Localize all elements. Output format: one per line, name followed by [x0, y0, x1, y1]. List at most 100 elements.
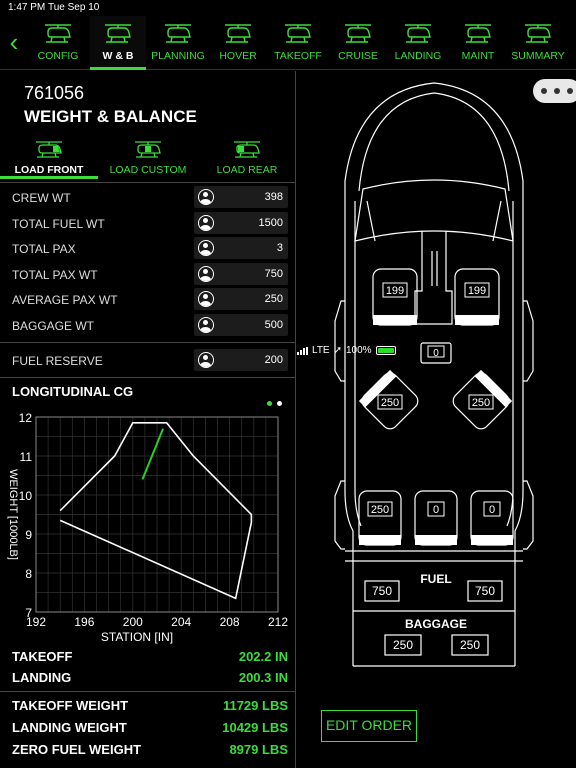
y-tick-label: 12 — [19, 411, 33, 425]
fuel-left-value[interactable]: 750 — [372, 584, 392, 598]
status-date: Tue Sep 10 — [48, 2, 100, 13]
takeoff-cg-value: 202.2 IN — [238, 649, 288, 664]
helicopter-hover-icon — [225, 24, 251, 43]
page-dot[interactable] — [277, 401, 282, 406]
tab-w-b[interactable]: W & B — [90, 16, 146, 70]
y-tick-label: 11 — [20, 450, 33, 464]
weight-value: 3 — [276, 242, 283, 254]
x-tick-label: 204 — [171, 615, 191, 629]
seat-mid-right-value[interactable]: 250 — [472, 397, 490, 409]
cabin-panel: 199 199 0 250 250 250 0 0 FUEL 750 750 B… — [297, 71, 576, 768]
divider — [0, 342, 296, 343]
seat-rear-center-value[interactable]: 0 — [433, 504, 439, 516]
x-tick-label: 212 — [268, 615, 288, 629]
fuselage-outline — [344, 82, 524, 331]
y-tick-label: 7 — [25, 606, 32, 620]
fuel-right-value[interactable]: 750 — [475, 584, 495, 598]
tab-load-custom-label: LOAD CUSTOM — [109, 164, 187, 176]
tab-load-rear[interactable]: LOAD REAR — [198, 135, 296, 179]
seat-pilot-left-value[interactable]: 199 — [386, 285, 404, 297]
edit-order-button[interactable]: EDIT ORDER — [321, 710, 417, 742]
baggage-label: BAGGAGE — [405, 617, 467, 631]
cg-envelope-chart: 192 196 200 204 208 212789101112STATION [IN]W… — [7, 411, 288, 644]
landing-weight-row: LANDING WEIGHT 10429 LBS — [12, 720, 288, 738]
fuselage-body — [344, 331, 524, 666]
weight-value: 500 — [264, 319, 283, 331]
x-tick-label: 208 — [220, 615, 240, 629]
tab-load-custom[interactable]: LOAD CUSTOM — [99, 135, 197, 179]
tab-summary[interactable]: SUMMARY — [510, 16, 566, 70]
helicopter-takeoff-icon — [285, 24, 311, 43]
weight-value: 250 — [264, 293, 283, 305]
takeoff-weight-row: TAKEOFF WEIGHT 11729 LBS — [12, 698, 288, 716]
landing-cg-value: 200.3 IN — [238, 670, 288, 685]
cabin-separator — [345, 550, 523, 562]
seat-rear-right — [470, 490, 514, 546]
helicopter-cruise-icon — [345, 24, 371, 43]
tab-landing[interactable]: LANDING — [390, 16, 446, 70]
person-icon — [198, 291, 214, 307]
seat-center-jump-value[interactable]: 0 — [433, 348, 439, 359]
baggage-weight-field[interactable]: 500 — [194, 314, 288, 336]
weight-label: BAGGAGE WT — [12, 319, 95, 333]
door-notch-left — [334, 300, 345, 382]
tab-planning[interactable]: PLANNING — [150, 16, 206, 70]
weight-balance-panel: 761056 WEIGHT & BALANCE LOAD FRONT LOAD … — [0, 71, 296, 768]
total-pax-field[interactable]: 3 — [194, 237, 288, 259]
seat-rear-right-value[interactable]: 0 — [489, 504, 495, 516]
weight-row-fuel: TOTAL FUEL WT 1500 — [0, 212, 296, 236]
baggage-left-value[interactable]: 250 — [393, 638, 413, 652]
tab-load-rear-label: LOAD REAR — [216, 164, 278, 176]
baggage-right-value[interactable]: 250 — [460, 638, 480, 652]
top-nav: ‹ CONFIG W & B PLANNING HOVER TAKEOFF CRUISE L… — [0, 16, 576, 70]
weight-row-pax-wt: TOTAL PAX WT 750 — [0, 263, 296, 287]
chevron-left-icon: ‹ — [9, 27, 19, 57]
helicopter-summary-icon — [525, 24, 551, 43]
tab-takeoff[interactable]: TAKEOFF — [270, 16, 326, 70]
center-console — [414, 231, 453, 325]
load-tabs: LOAD FRONT LOAD CUSTOM LOAD REAR — [0, 135, 296, 179]
fuel-reserve-field[interactable]: 200 — [194, 349, 288, 371]
total-pax-weight-field[interactable]: 750 — [194, 263, 288, 285]
takeoff-weight-value: 11729 LBS — [222, 698, 288, 713]
person-icon — [198, 352, 214, 368]
tab-cruise[interactable]: CRUISE — [330, 16, 386, 70]
tab-hover[interactable]: HOVER — [210, 16, 266, 70]
weight-row-pax: TOTAL PAX 3 — [0, 237, 296, 261]
crew-weight-field[interactable]: 398 — [194, 186, 288, 208]
seat-mid-left-value[interactable]: 250 — [381, 397, 399, 409]
seat-pilot-right-value[interactable]: 199 — [468, 285, 486, 297]
center-console-inner — [431, 251, 438, 286]
average-pax-weight-field[interactable]: 250 — [194, 288, 288, 310]
tab-label: LANDING — [394, 50, 442, 62]
person-icon — [198, 317, 214, 333]
fuel-label: FUEL — [420, 572, 451, 586]
weight-row-baggage: BAGGAGE WT 500 — [0, 314, 296, 338]
door-notch-left-rear — [334, 480, 345, 550]
weight-label: AVERAGE PAX WT — [12, 293, 118, 307]
zero-fuel-weight-value: 8979 LBS — [229, 742, 288, 757]
tab-label: MAINT — [461, 50, 495, 62]
helicopter-maint-icon — [465, 24, 491, 43]
x-tick-label: 200 — [123, 615, 143, 629]
seat-rear-left-value[interactable]: 250 — [371, 504, 389, 516]
person-icon — [198, 240, 214, 256]
total-fuel-weight-field[interactable]: 1500 — [194, 212, 288, 234]
x-axis-label: STATION [IN] — [101, 630, 173, 644]
windshield — [354, 179, 514, 242]
divider — [0, 377, 296, 378]
tab-load-front[interactable]: LOAD FRONT — [0, 135, 98, 179]
back-button[interactable]: ‹ — [4, 28, 24, 56]
y-axis-label: WEIGHT [1000LB] — [7, 469, 19, 560]
tab-config[interactable]: CONFIG — [30, 16, 86, 70]
fuel-reserve-value: 200 — [264, 354, 283, 366]
weight-row-crew: CREW WT 398 — [0, 186, 296, 210]
tab-maint[interactable]: MAINT — [450, 16, 506, 70]
divider — [0, 691, 296, 692]
fuel-reserve-label: FUEL RESERVE — [12, 354, 103, 368]
page-dot-active[interactable] — [267, 401, 272, 406]
tab-label: CONFIG — [37, 50, 79, 62]
seat-rear-center — [414, 490, 458, 546]
weight-value: 1500 — [258, 217, 283, 229]
takeoff-cg-row: TAKEOFF 202.2 IN — [12, 649, 288, 667]
